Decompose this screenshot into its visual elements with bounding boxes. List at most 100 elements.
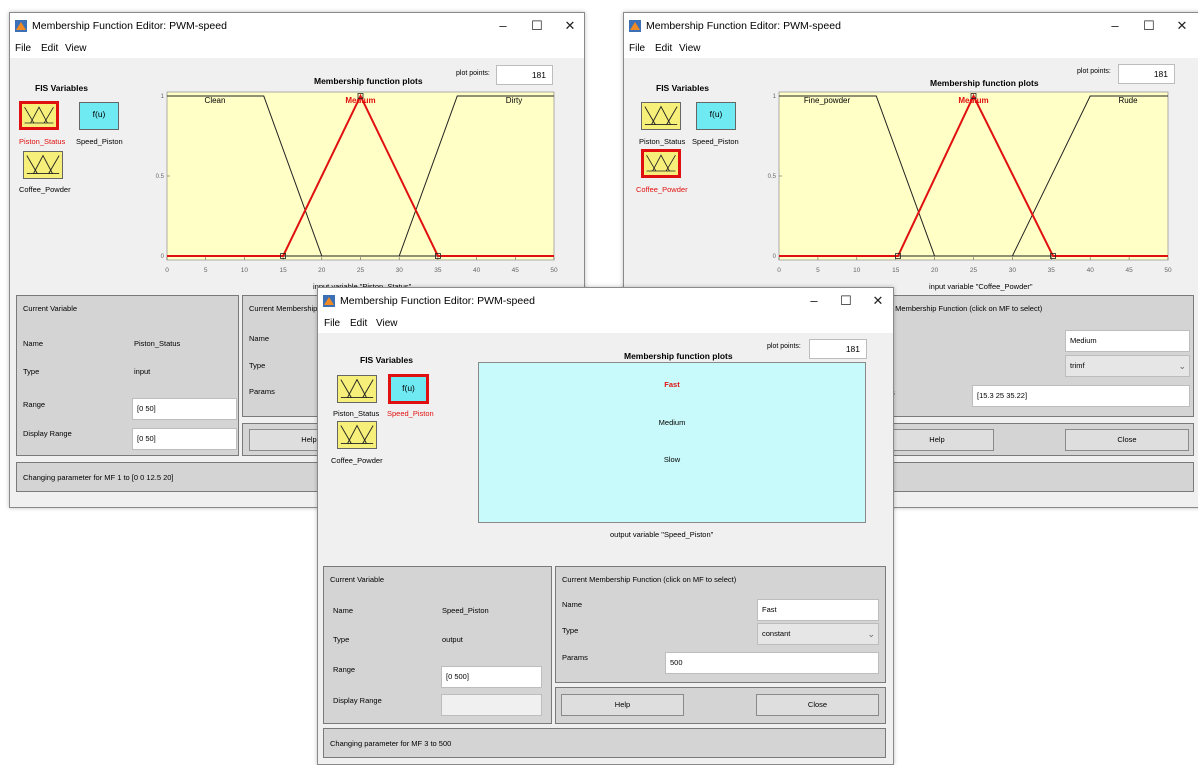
chevron-down-icon: ⌄	[867, 629, 875, 639]
mf-type-label: Type	[562, 626, 579, 635]
type-label: Type	[333, 635, 350, 644]
maximize-button[interactable]: ☐	[524, 16, 550, 36]
membership-icon	[340, 424, 374, 444]
x-axis-label: input variable "Coffee_Powder"	[929, 282, 1033, 291]
close-window-button[interactable]: ✕	[1169, 16, 1195, 36]
mf-type-select[interactable]: constant ⌄	[757, 623, 879, 645]
y-tick-label: 0.5	[156, 174, 165, 180]
var-coffee-powder[interactable]	[641, 149, 681, 178]
button-panel: Help Close	[874, 423, 1194, 456]
close-window-button[interactable]: ✕	[557, 16, 583, 36]
var-label-coffee: Coffee_Powder	[19, 185, 71, 194]
menu-edit[interactable]: Edit	[655, 43, 672, 54]
fis-variables-title: FIS Variables	[35, 83, 88, 93]
mf-name-label: Name	[562, 600, 583, 609]
matlab-icon	[323, 295, 335, 307]
var-label-coffee: Coffee_Powder	[636, 185, 688, 194]
name-value: Piston_Status	[134, 339, 181, 348]
plot-points-input[interactable]: 181	[1118, 64, 1175, 84]
maximize-button[interactable]: ☐	[833, 291, 859, 311]
help-button[interactable]: Help	[561, 694, 684, 716]
mf-type-select[interactable]: trimf ⌄	[1065, 355, 1190, 377]
mf-params-input[interactable]: [15.3 25 35.22]	[972, 385, 1190, 407]
display-range-label: Display Range	[333, 696, 382, 705]
current-mf-panel: Current Membership Function (click on MF…	[555, 566, 886, 683]
menu-view[interactable]: View	[376, 318, 398, 329]
title-bar[interactable]: Membership Function Editor: PWM-speed – …	[10, 13, 584, 40]
menu-file[interactable]: File	[15, 43, 31, 54]
var-speed-piston[interactable]: f(u)	[696, 102, 736, 130]
mf-params-label: Params	[562, 653, 588, 662]
x-tick-label: 20	[931, 267, 939, 274]
mf-plot-area[interactable]: 00.510 5 10 15 20 25 30 35 40 45 50Clean Medium Dirt…	[154, 86, 564, 286]
close-button[interactable]: Close	[1065, 429, 1189, 451]
help-button[interactable]: Help	[880, 429, 994, 451]
x-tick-label: 0	[165, 267, 169, 274]
y-tick-label: 0	[161, 254, 165, 260]
mf-name-input[interactable]: Fast	[757, 599, 879, 621]
fis-variables-title: FIS Variables	[656, 83, 709, 93]
type-value: output	[442, 635, 463, 644]
menu-bar: File Edit View	[624, 40, 1198, 58]
matlab-icon	[629, 20, 641, 32]
x-tick-label: 10	[241, 267, 249, 274]
var-piston-status[interactable]	[19, 101, 59, 130]
title-bar[interactable]: Membership Function Editor: PWM-speed – …	[624, 13, 1198, 40]
plot-background	[166, 91, 555, 261]
mf-label-slow[interactable]: Slow	[479, 455, 865, 464]
x-tick-label: 50	[1164, 267, 1172, 274]
menu-bar: File Edit View	[10, 40, 584, 58]
mf-plot-area[interactable]: 00.510 5 10 15 20 25 30 35 40 45 50Fine_powder Medi…	[766, 86, 1178, 286]
minimize-button[interactable]: –	[801, 291, 827, 311]
var-coffee-powder[interactable]	[23, 151, 63, 179]
var-piston-status[interactable]	[641, 102, 681, 130]
x-tick-label: 20	[318, 267, 326, 274]
var-piston-status[interactable]	[337, 375, 377, 403]
mf-name-input[interactable]: Medium	[1065, 330, 1190, 352]
y-tick-label: 1	[161, 94, 165, 100]
var-coffee-powder[interactable]	[337, 421, 377, 449]
mf-label-medium[interactable]: Medium	[479, 418, 865, 427]
close-window-button[interactable]: ✕	[865, 291, 891, 311]
mf-params-input[interactable]: 500	[665, 652, 879, 674]
current-variable-title: Current Variable	[330, 575, 385, 584]
mf-label-fast[interactable]: Fast	[479, 380, 865, 389]
range-input[interactable]: [0 50]	[132, 398, 237, 420]
plot-points-input[interactable]: 181	[809, 339, 867, 359]
mf-type-label: Type	[249, 361, 266, 370]
mf-params-label: Params	[249, 387, 275, 396]
var-speed-piston[interactable]: f(u)	[79, 102, 119, 130]
menu-view[interactable]: View	[65, 43, 87, 54]
var-label-coffee: Coffee_Powder	[331, 456, 383, 465]
output-mf-plot-area[interactable]: Fast Medium Slow	[478, 362, 866, 523]
plot-points-label: plot points:	[456, 70, 490, 77]
minimize-button[interactable]: –	[490, 16, 516, 36]
display-range-input[interactable]	[441, 694, 542, 716]
current-variable-panel: Current Variable Name Piston_Status Type…	[16, 295, 239, 456]
membership-icon	[26, 154, 60, 174]
button-panel: Help Close	[555, 687, 886, 724]
maximize-button[interactable]: ☐	[1136, 16, 1162, 36]
fis-variables-title: FIS Variables	[360, 355, 413, 365]
output-var-icon: f(u)	[92, 109, 106, 119]
close-button[interactable]: Close	[756, 694, 879, 716]
plot-points-label: plot points:	[1077, 68, 1111, 75]
type-label: Type	[23, 367, 40, 376]
plot-points-input[interactable]: 181	[496, 65, 553, 85]
range-input[interactable]: [0 500]	[441, 666, 542, 688]
menu-edit[interactable]: Edit	[41, 43, 58, 54]
menu-file[interactable]: File	[629, 43, 645, 54]
title-bar[interactable]: Membership Function Editor: PWM-speed – …	[318, 288, 893, 315]
menu-file[interactable]: File	[324, 318, 340, 329]
minimize-button[interactable]: –	[1102, 16, 1128, 36]
menu-edit[interactable]: Edit	[350, 318, 367, 329]
display-range-input[interactable]: [0 50]	[132, 428, 237, 450]
menu-view[interactable]: View	[679, 43, 701, 54]
x-tick-label: 5	[204, 267, 208, 274]
x-tick-label: 35	[1048, 267, 1056, 274]
x-tick-label: 50	[550, 267, 558, 274]
var-speed-piston[interactable]: f(u)	[388, 374, 429, 404]
x-tick-label: 35	[434, 267, 442, 274]
y-tick-label: 1	[773, 94, 777, 100]
status-bar	[874, 462, 1194, 492]
